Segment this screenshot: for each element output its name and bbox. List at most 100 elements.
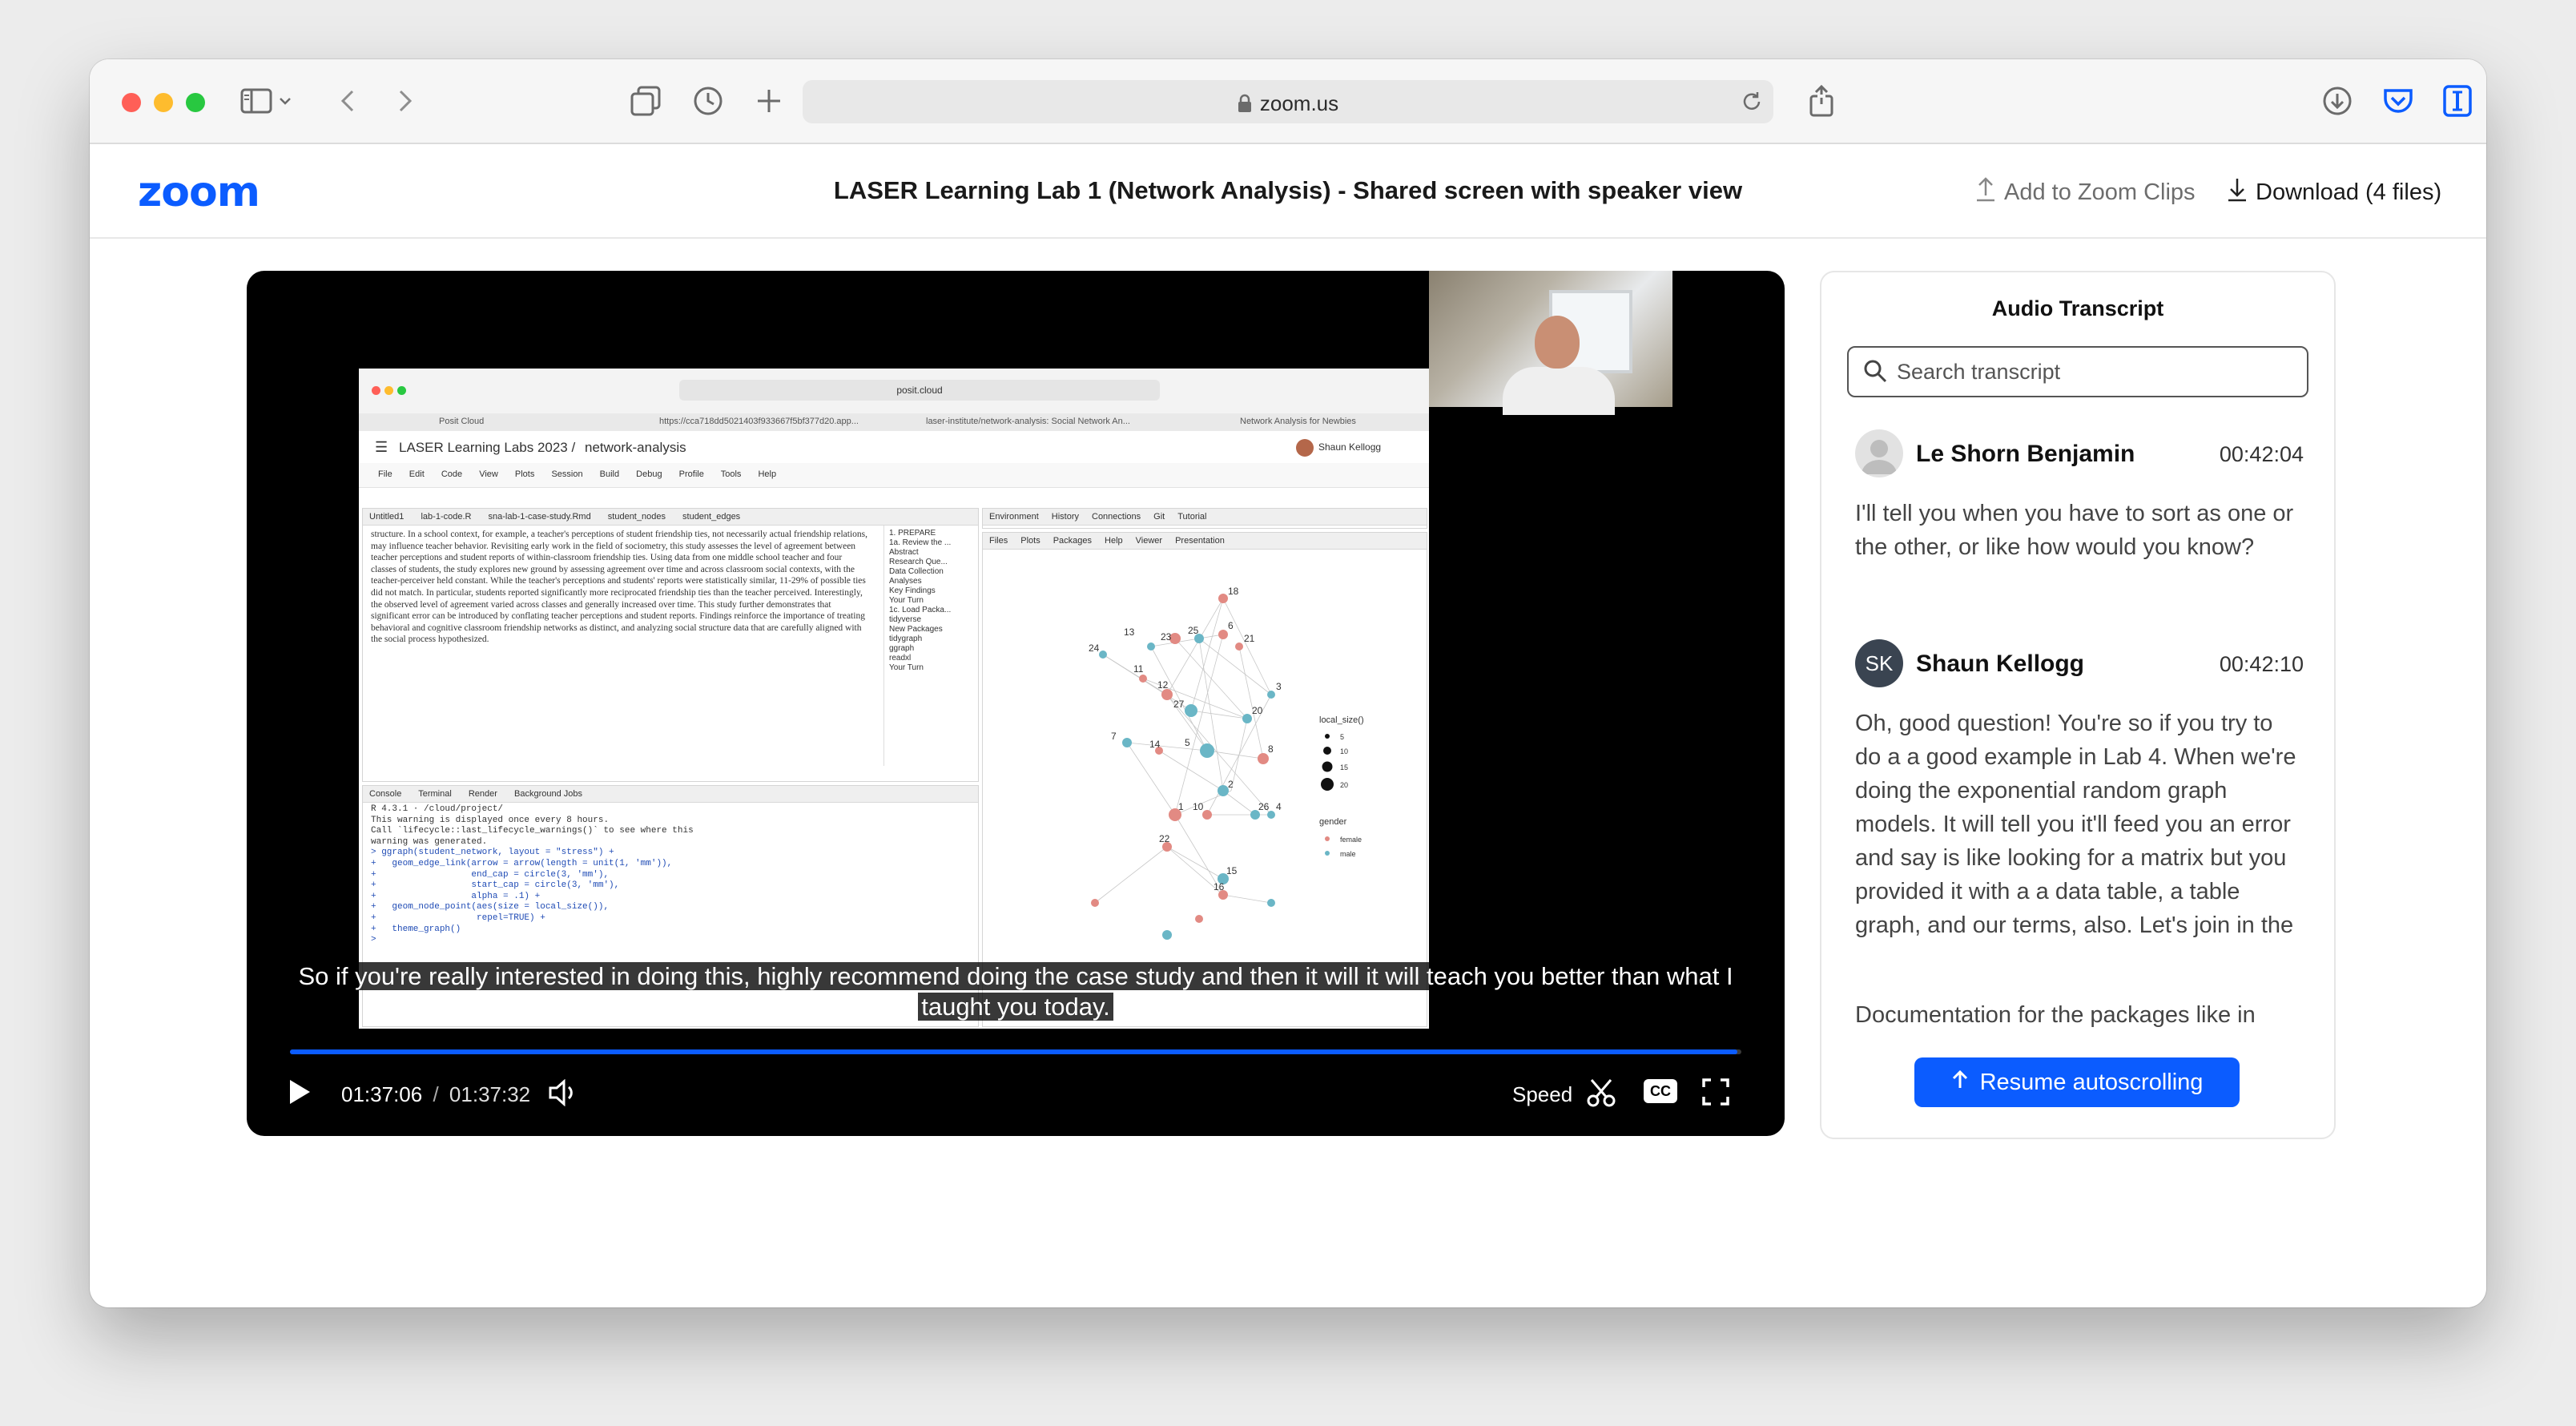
total-duration: 01:37:32 (449, 1082, 531, 1106)
volume-icon (549, 1078, 573, 1107)
graph-node-label: 6 (1228, 620, 1234, 631)
shared-url: posit.cloud (896, 385, 943, 396)
transcript-entry-header[interactable]: Le Shorn Benjamin 00:42:04 (1855, 429, 2304, 479)
graph-node-labels: 182313 25 624111227203215871421 10 26 4221516 (1089, 586, 1282, 892)
posit-app-header: ☰ LASER Learning Labs 2023 / network-ana… (359, 431, 1429, 464)
history-icon[interactable] (690, 83, 726, 119)
svg-text:male: male (1340, 850, 1356, 858)
graph-node-label: 12 (1157, 679, 1169, 691)
graph-node-label: 18 (1228, 586, 1239, 597)
download-icon (2227, 176, 2248, 208)
browser-window: zoom.us zoom LASER Learning Lab 1 (Netwo… (90, 59, 2486, 1307)
svg-text:15: 15 (1340, 763, 1348, 771)
network-graph-plot: 182313 25 624111227203215871421 10 26 4221516… (1089, 586, 1364, 940)
svg-text:5: 5 (1340, 733, 1344, 741)
transcript-text: Documentation for the packages like in (1855, 1002, 2256, 1028)
pocket-icon[interactable] (2381, 83, 2416, 119)
shared-tab: https://cca718dd5021403f933667f5bf377d20… (659, 417, 859, 426)
reader-icon[interactable] (2440, 83, 2475, 119)
speed-button[interactable]: Speed (1512, 1082, 1572, 1107)
shared-address-bar: posit.cloud (679, 380, 1160, 401)
rstudio-menu-items: File Edit Code View Plots Session Build … (378, 469, 777, 479)
graph-node-label: 21 (1244, 633, 1255, 644)
scissors-icon (1587, 1079, 1616, 1107)
sidebar-icon[interactable] (239, 83, 274, 119)
volume-button[interactable] (548, 1078, 580, 1110)
graph-node-label: 10 (1193, 801, 1204, 812)
address-bar[interactable]: zoom.us (803, 80, 1773, 123)
graph-node-label: 23 (1161, 631, 1172, 643)
address-url: zoom.us (1259, 91, 1339, 115)
video-player[interactable]: posit.cloud Posit Cloud https://cca718dd… (247, 271, 1785, 1136)
graph-node-label: 2 (1228, 779, 1234, 790)
lock-icon (1238, 94, 1252, 119)
time-separator: / (433, 1082, 439, 1106)
maximize-window-button[interactable] (186, 93, 205, 112)
svg-text:20: 20 (1340, 781, 1348, 789)
graph-node-label: 8 (1268, 743, 1274, 755)
console-tabs: Console Terminal Render Background Jobs (363, 786, 978, 803)
add-to-zoom-clips-button[interactable]: Add to Zoom Clips (1975, 176, 2196, 208)
entry-timestamp[interactable]: 00:42:04 (2220, 442, 2304, 467)
fullscreen-icon (1702, 1078, 1729, 1106)
svg-text:10: 10 (1340, 747, 1348, 755)
graph-node-label: 5 (1185, 737, 1190, 748)
shared-close-dot (372, 386, 380, 395)
download-label: Download (4 files) (2256, 179, 2442, 205)
new-tab-icon[interactable] (751, 83, 787, 119)
editor-tabs: Untitled1 lab-1-code.R sna-lab-1-case-st… (363, 509, 978, 526)
minimize-window-button[interactable] (154, 93, 173, 112)
progress-bar[interactable] (290, 1049, 1741, 1054)
share-icon[interactable] (1804, 83, 1839, 119)
shared-maximize-dot (397, 386, 406, 395)
close-window-button[interactable] (122, 93, 141, 112)
closed-captions-button[interactable]: CC (1644, 1079, 1677, 1103)
graph-edges (1094, 598, 1272, 904)
browser-toolbar: zoom.us (90, 59, 2486, 144)
speaker-name: Le Shorn Benjamin (1916, 441, 2135, 467)
progress-bar-fill (290, 1049, 1737, 1054)
forward-icon[interactable] (388, 83, 423, 119)
project-name: network-analysis (585, 440, 686, 455)
graph-node-label: 24 (1089, 643, 1100, 654)
play-icon (290, 1080, 310, 1104)
console-output: R 4.3.1 · /cloud/project/This warning is… (371, 804, 694, 945)
legend-size-title: local_size() (1319, 715, 1364, 725)
graph-nodes (1091, 594, 1275, 940)
chevron-down-icon[interactable] (276, 83, 295, 119)
graph-node-label: 15 (1226, 865, 1238, 876)
arrow-up-icon (1951, 1069, 1969, 1096)
shared-screen: posit.cloud Posit Cloud https://cca718dd… (359, 369, 1429, 1029)
user-avatar (1296, 439, 1314, 457)
upload-icon (1975, 176, 1996, 208)
reload-icon[interactable] (1740, 90, 1764, 118)
source-editor-pane: Untitled1 lab-1-code.R sna-lab-1-case-st… (362, 508, 979, 782)
editor-document: structure. In a school context, for exam… (363, 526, 875, 766)
clip-button[interactable] (1586, 1078, 1616, 1112)
graph-node-label: 14 (1149, 739, 1161, 750)
fullscreen-button[interactable] (1701, 1078, 1730, 1110)
avatar: SK (1855, 639, 1903, 687)
shared-browser-toolbar: posit.cloud (359, 369, 1429, 414)
back-icon[interactable] (330, 83, 365, 119)
add-to-zoom-clips-label: Add to Zoom Clips (2004, 179, 2196, 205)
entry-timestamp[interactable]: 00:42:10 (2220, 652, 2304, 677)
download-button[interactable]: Download (4 files) (2227, 176, 2441, 208)
shared-tab: laser-institute/network-analysis: Social… (926, 417, 1130, 426)
shared-minimize-dot (384, 386, 393, 395)
graph-node-label: 11 (1133, 663, 1144, 675)
transcript-entry-header[interactable]: SK Shaun Kellogg 00:42:10 (1855, 639, 2304, 689)
player-controls: 01:37:06 / 01:37:32 Speed CC (247, 1068, 1785, 1116)
speaker-video-thumbnail[interactable] (1429, 271, 1672, 415)
document-outline: 1. PREPARE 1a. Review the ... Abstract Rese… (883, 526, 973, 766)
current-time: 01:37:06 (341, 1082, 423, 1106)
zoom-header: zoom LASER Learning Lab 1 (Network Analy… (90, 144, 2486, 239)
shared-tab: Posit Cloud (439, 417, 485, 426)
shared-tab: Network Analysis for Newbies (1240, 417, 1356, 426)
tabs-overview-icon[interactable] (628, 83, 663, 119)
downloads-icon[interactable] (2320, 83, 2355, 119)
transcript-search-input[interactable]: Search transcript (1847, 346, 2308, 397)
play-button[interactable] (288, 1079, 311, 1109)
resume-autoscrolling-button[interactable]: Resume autoscrolling (1914, 1057, 2240, 1107)
speaker-head (1535, 316, 1580, 369)
